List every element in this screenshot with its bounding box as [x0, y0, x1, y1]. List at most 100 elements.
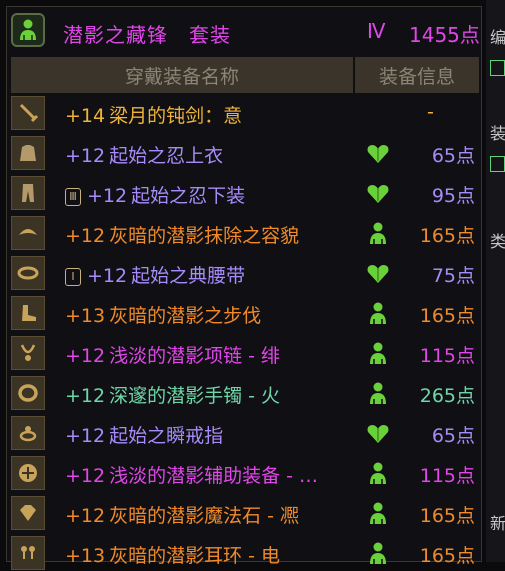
enhance-level: +12 [87, 265, 128, 287]
enhance-level: +14 [65, 105, 106, 127]
enhance-level: +12 [65, 505, 106, 527]
item-name-text: 灰暗的潜影魔法石 - 凞 [109, 505, 300, 527]
equipment-row[interactable]: +12 灰暗的潜影魔法石 - 凞 165点 [11, 495, 479, 531]
side-glyph-1: 编 [490, 28, 505, 47]
set-grade: Ⅳ [367, 19, 386, 43]
item-name-text: 灰暗的潜影耳环 - 电 [109, 545, 281, 567]
set-figure-icon [11, 13, 45, 47]
item-name-text: 梁月的钝剑：意 [109, 105, 243, 127]
heart-icon [365, 421, 391, 445]
background-window-strip [486, 0, 505, 562]
item-name-text: 起始之瞬戒指 [109, 425, 224, 447]
side-checkbox-2 [490, 156, 505, 172]
green-figure-icon [365, 221, 391, 245]
item-points: 115点 [419, 465, 475, 487]
equipment-row[interactable]: +12 起始之忍上衣 65点 [11, 135, 479, 171]
item-points: 95点 [431, 185, 475, 207]
equipment-row[interactable]: +13 灰暗的潜影耳环 - 电 165点 [11, 535, 479, 571]
pants-slot-icon[interactable] [11, 176, 45, 210]
side-glyph-4: 新 [490, 514, 505, 533]
heart-icon [365, 141, 391, 165]
item-points: 265点 [419, 385, 475, 407]
item-name-text: 起始之典腰带 [131, 265, 246, 287]
belt-slot-icon[interactable] [11, 256, 45, 290]
item-name[interactable]: +12 深邃的潜影手镯 - 火 [65, 381, 280, 408]
item-name[interactable]: Ⅰ +12 起始之典腰带 [65, 261, 245, 288]
column-header-info[interactable]: 装备信息 [355, 57, 479, 93]
item-points: 165点 [419, 545, 475, 567]
seal-level-icon: Ⅰ [65, 268, 81, 286]
item-name[interactable]: +13 灰暗的潜影之步伐 [65, 301, 261, 328]
column-header-name[interactable]: 穿戴装备名称 [11, 57, 353, 93]
item-points: 165点 [419, 305, 475, 327]
green-figure-icon [365, 501, 391, 525]
coat-slot-icon[interactable] [11, 136, 45, 170]
equipment-row[interactable]: +12 浅淡的潜影项链 - 绯 115点 [11, 335, 479, 371]
heart-icon [365, 181, 391, 205]
green-figure-icon [365, 381, 391, 405]
item-name-text: 起始之忍上衣 [109, 145, 224, 167]
enhance-level: +12 [65, 425, 106, 447]
green-figure-icon [365, 461, 391, 485]
item-name[interactable]: +12 起始之瞬戒指 [65, 421, 223, 448]
item-points: 65点 [431, 425, 475, 447]
set-title: 潜影之藏锋 套装 [63, 23, 231, 47]
green-figure-icon [365, 301, 391, 325]
seal-level-icon: Ⅲ [65, 188, 81, 206]
shoulder-slot-icon[interactable] [11, 216, 45, 250]
item-name-text: 深邃的潜影手镯 - 火 [109, 385, 281, 407]
item-points: 115点 [419, 345, 475, 367]
green-figure-icon [365, 341, 391, 365]
item-name[interactable]: +12 浅淡的潜影项链 - 绯 [65, 341, 280, 368]
item-points: 165点 [419, 505, 475, 527]
magic-stone-slot-icon[interactable] [11, 496, 45, 530]
enhance-level: +12 [87, 185, 128, 207]
item-points: - [427, 101, 434, 123]
enhance-level: +12 [65, 345, 106, 367]
equipment-row[interactable]: Ⅰ +12 起始之典腰带 75点 [11, 255, 479, 291]
equipment-row[interactable]: +13 灰暗的潜影之步伐 165点 [11, 295, 479, 331]
earring-slot-icon[interactable] [11, 536, 45, 570]
set-header: 潜影之藏锋 套装 Ⅳ 1455点 [7, 7, 481, 57]
item-name[interactable]: +13 灰暗的潜影耳环 - 电 [65, 541, 280, 568]
side-checkbox-1 [490, 60, 505, 76]
heart-icon [365, 261, 391, 285]
weapon-slot-icon[interactable] [11, 96, 45, 130]
item-name[interactable]: +14 梁月的钝剑：意 [65, 101, 242, 128]
equipment-row[interactable]: +12 起始之瞬戒指 65点 [11, 415, 479, 451]
item-name[interactable]: Ⅲ +12 起始之忍下装 [65, 181, 245, 208]
green-figure-icon [365, 541, 391, 565]
item-points: 165点 [419, 225, 475, 247]
equipment-row[interactable]: +14 梁月的钝剑：意 - [11, 95, 479, 131]
enhance-level: +12 [65, 385, 106, 407]
enhance-level: +12 [65, 465, 106, 487]
item-name[interactable]: +12 灰暗的潜影魔法石 - 凞 [65, 501, 299, 528]
item-points: 75点 [431, 265, 475, 287]
item-name-text: 灰暗的潜影抹除之容貌 [109, 225, 300, 247]
enhance-level: +12 [65, 145, 106, 167]
equipment-row[interactable]: +12 浅淡的潜影辅助装备 - … 115点 [11, 455, 479, 491]
bracelet-slot-icon[interactable] [11, 376, 45, 410]
item-name-text: 浅淡的潜影项链 - 绯 [109, 345, 281, 367]
item-name-text: 浅淡的潜影辅助装备 - … [109, 465, 319, 487]
item-name[interactable]: +12 浅淡的潜影辅助装备 - … [65, 461, 318, 488]
item-name-text: 起始之忍下装 [131, 185, 246, 207]
equipment-row[interactable]: +12 深邃的潜影手镯 - 火 265点 [11, 375, 479, 411]
set-equipment-panel: 潜影之藏锋 套装 Ⅳ 1455点 穿戴装备名称 装备信息 +14 梁月的钝剑：意 -… [6, 6, 482, 570]
enhance-level: +13 [65, 545, 106, 567]
item-name-text: 灰暗的潜影之步伐 [109, 305, 262, 327]
enhance-level: +12 [65, 225, 106, 247]
item-points: 65点 [431, 145, 475, 167]
shoes-slot-icon[interactable] [11, 296, 45, 330]
equipment-row[interactable]: +12 灰暗的潜影抹除之容貌 165点 [11, 215, 479, 251]
set-points: 1455点 [409, 23, 480, 47]
equipment-row[interactable]: Ⅲ +12 起始之忍下装 95点 [11, 175, 479, 211]
support-slot-icon[interactable] [11, 456, 45, 490]
item-name[interactable]: +12 起始之忍上衣 [65, 141, 223, 168]
item-name[interactable]: +12 灰暗的潜影抹除之容貌 [65, 221, 299, 248]
side-glyph-3: 类 [490, 232, 505, 251]
enhance-level: +13 [65, 305, 106, 327]
side-glyph-2: 装 [490, 124, 505, 143]
necklace-slot-icon[interactable] [11, 336, 45, 370]
ring-slot-icon[interactable] [11, 416, 45, 450]
